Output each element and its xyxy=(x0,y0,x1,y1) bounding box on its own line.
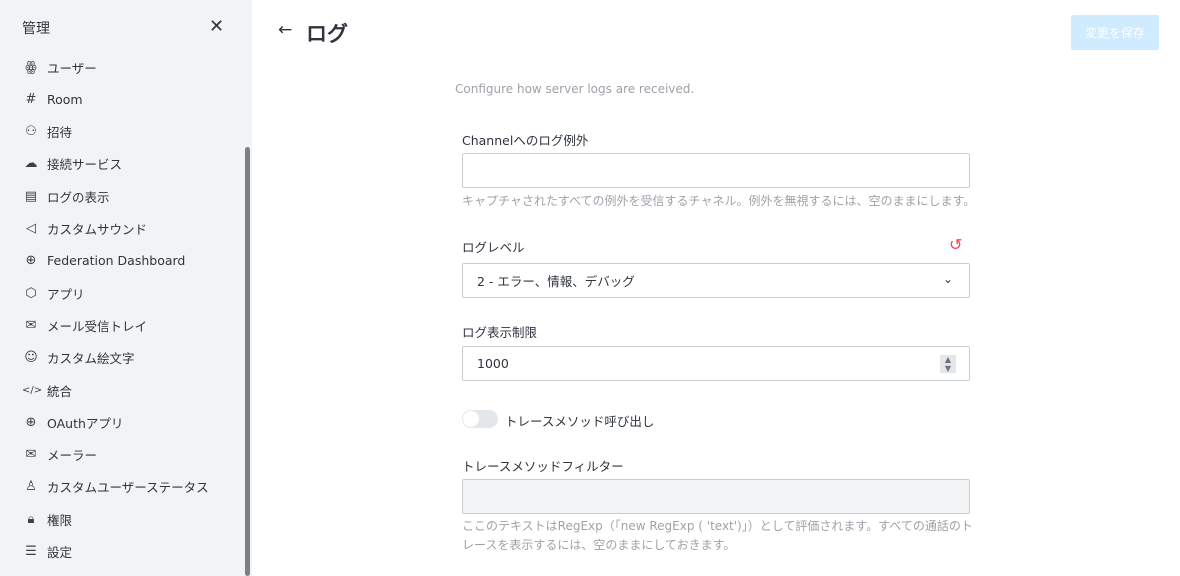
sidebar-item-11[interactable]: ⊕ OAuthアプリ xyxy=(22,410,124,434)
sidebar-item-13[interactable]: ♙ カスタムユーザーステータス xyxy=(22,475,209,499)
globe-icon: ⊕ xyxy=(25,414,37,430)
sidebar-item-label: 統合 xyxy=(47,383,73,399)
sidebar-item-label: 接続サービス xyxy=(47,157,123,173)
mail-icon: ✉ xyxy=(25,317,37,333)
sidebar-item-label: カスタム絵文字 xyxy=(47,351,135,367)
document-icon: ▤ xyxy=(24,188,38,204)
user-icon: ♙ xyxy=(25,479,37,495)
sidebar-item-1[interactable]: # Room xyxy=(22,87,83,111)
log-level-select[interactable]: 2 - エラー、情報、デバッグ ⌄ xyxy=(462,263,970,298)
channel-input[interactable] xyxy=(462,153,970,188)
sidebar-item-label: ログの表示 xyxy=(47,189,110,205)
log-limit-input[interactable]: 1000 ▲ ▼ xyxy=(462,346,970,381)
trace-toggle[interactable] xyxy=(462,410,498,428)
sidebar-item-label: 権限 xyxy=(47,512,73,528)
sidebar-item-label: アプリ xyxy=(47,286,85,302)
admin-sidebar: 管理 ✕ ꙮ ユーザー # Room ⚇ 招待 ☁ 接続サービス ▤ ログの表示 ◁ カスタムサウンド… xyxy=(0,0,252,576)
sidebar-item-3[interactable]: ☁ 接続サービス xyxy=(22,152,123,176)
close-icon[interactable]: ✕ xyxy=(209,16,224,37)
sidebar-item-label: Room xyxy=(47,91,83,107)
sidebar-item-label: 招待 xyxy=(47,125,73,141)
sidebar-item-label: メール受信トレイ xyxy=(47,318,148,334)
sidebar-scrollbar[interactable] xyxy=(245,147,250,576)
reset-icon[interactable]: ↺ xyxy=(949,235,962,254)
toggle-knob xyxy=(463,411,479,427)
page-description: Configure how server logs are received. xyxy=(455,82,695,96)
chevron-down-icon: ⌄ xyxy=(942,272,953,286)
channel-help: キャプチャされたすべての例外を受信するチャネル。例外を無視するには、空のままにし… xyxy=(462,194,976,208)
sidebar-item-label: ユーザー xyxy=(47,60,97,76)
sidebar-item-2[interactable]: ⚇ 招待 xyxy=(22,120,72,144)
sidebar-item-label: Federation Dashboard xyxy=(47,253,186,269)
sidebar-item-label: OAuthアプリ xyxy=(47,415,124,431)
sidebar-item-15[interactable]: ☰ 設定 xyxy=(22,540,72,564)
sidebar-title: 管理 xyxy=(22,21,50,37)
trace-filter-input[interactable] xyxy=(462,479,970,514)
sidebar-item-label: カスタムサウンド xyxy=(47,222,148,237)
cloud-plus-icon: ☁ xyxy=(24,156,38,172)
sidebar-item-7[interactable]: ⬡ アプリ xyxy=(22,281,85,305)
sidebar-item-4[interactable]: ▤ ログの表示 xyxy=(22,184,110,208)
sidebar-item-5[interactable]: ◁ カスタムサウンド xyxy=(22,217,147,241)
sidebar-item-0[interactable]: ꙮ ユーザー xyxy=(22,55,97,79)
trace-label: トレースメソッド呼び出し xyxy=(505,414,655,429)
trace-filter-help: ここのテキストはRegExp（「new RegExp ( 'text')」）とし… xyxy=(462,519,973,552)
globe-icon: ⊕ xyxy=(25,253,37,269)
team-icon: ꙮ xyxy=(25,59,37,75)
sidebar-item-8[interactable]: ✉ メール受信トレイ xyxy=(22,313,147,337)
volume-icon: ◁ xyxy=(26,221,36,236)
number-stepper-icon[interactable]: ▲ ▼ xyxy=(940,355,956,373)
trace-filter-label: トレースメソッドフィルター xyxy=(462,459,624,474)
channel-label: Channelへのログ例外 xyxy=(462,133,589,148)
user-plus-icon: ⚇ xyxy=(25,124,37,140)
save-changes-button[interactable]: 変更を保存 xyxy=(1071,15,1159,50)
sidebar-item-14[interactable]: 🔒︎ 権限 xyxy=(22,507,72,531)
cube-icon: ⬡ xyxy=(25,285,37,301)
lock-icon: 🔒︎ xyxy=(27,511,35,527)
hashtag-icon: # xyxy=(25,91,37,107)
sidebar-item-9[interactable]: ☺ カスタム絵文字 xyxy=(22,346,135,370)
sidebar-item-label: 設定 xyxy=(47,545,73,560)
customize-icon: ☰ xyxy=(25,544,37,559)
sidebar-item-12[interactable]: ✉ メーラー xyxy=(22,443,97,467)
sidebar-item-label: メーラー xyxy=(47,448,98,464)
back-arrow-icon[interactable]: ← xyxy=(278,20,292,40)
code-icon: </> xyxy=(22,384,43,396)
page-title: ログ xyxy=(306,22,348,46)
emoji-icon: ☺ xyxy=(24,350,38,366)
log-limit-label: ログ表示制限 xyxy=(462,325,538,340)
sidebar-item-6[interactable]: ⊕ Federation Dashboard xyxy=(22,249,186,273)
log-level-label: ログレベル xyxy=(462,240,525,255)
log-limit-value: 1000 xyxy=(477,356,509,371)
sidebar-item-10[interactable]: </> 統合 xyxy=(22,378,72,402)
mail-icon: ✉ xyxy=(25,447,37,463)
log-level-value: 2 - エラー、情報、デバッグ xyxy=(477,274,635,289)
sidebar-item-label: カスタムユーザーステータス xyxy=(47,480,209,496)
